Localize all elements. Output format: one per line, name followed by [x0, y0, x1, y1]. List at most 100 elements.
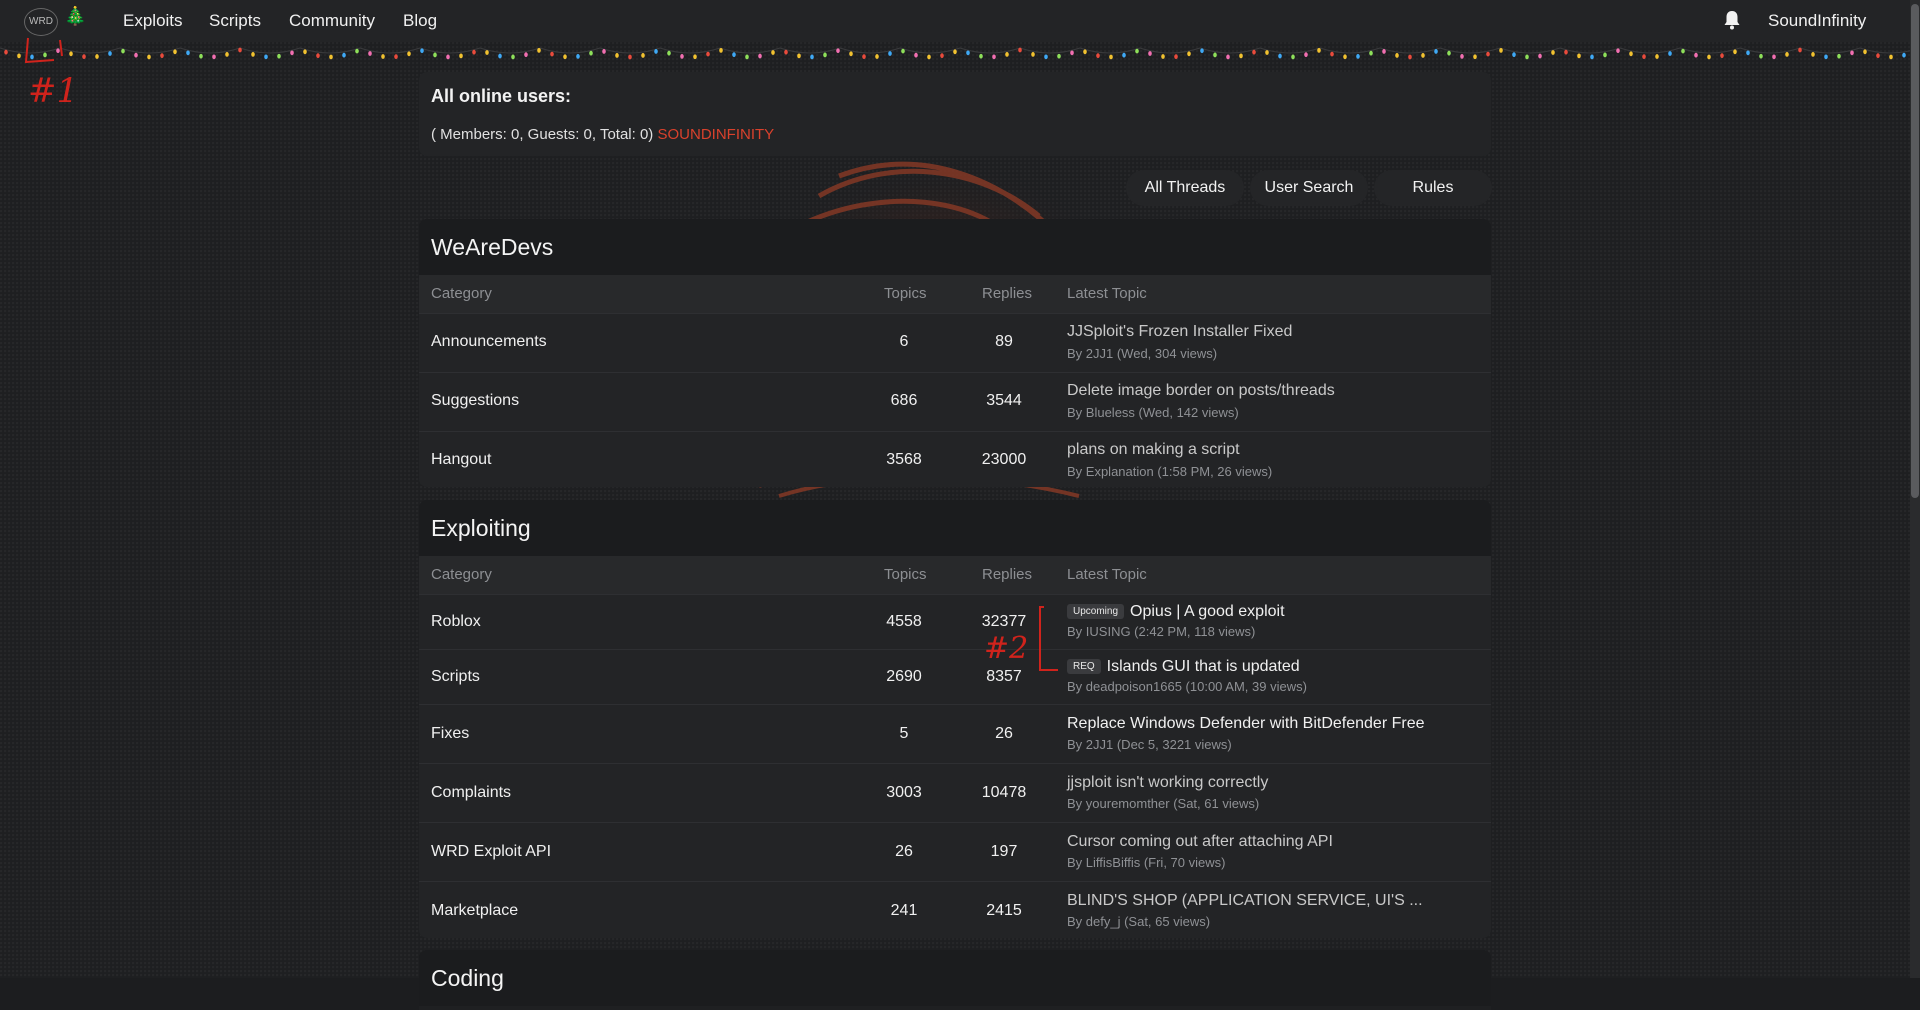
category-link[interactable]: Scripts: [431, 668, 480, 686]
light-bulb: [1785, 52, 1789, 57]
replies-count: 89: [995, 333, 1013, 350]
forum-row-complaints[interactable]: Complaints 3003 10478 jjsploit isn't wor…: [419, 763, 1491, 822]
light-bulb: [1824, 54, 1828, 60]
topics-count: 3003: [886, 784, 922, 801]
light-bulb: [1057, 53, 1061, 59]
forum-row-fixes[interactable]: Fixes 5 26 Replace Windows Defender with…: [419, 704, 1491, 763]
light-bulb: [654, 49, 658, 54]
topics-count: 686: [890, 392, 918, 409]
forum-row-announcements[interactable]: Announcements 6 89 JJSploit's Frozen Ins…: [419, 313, 1491, 372]
latest-topic-meta: By defy_j (Sat, 65 views): [1067, 914, 1211, 929]
latest-topic-link[interactable]: Replace Windows Defender with BitDefende…: [1067, 715, 1425, 733]
topics-count: 2690: [886, 668, 922, 685]
nav-blog[interactable]: Blog: [403, 11, 437, 31]
latest-topic-link[interactable]: Cursor coming out after attaching API: [1067, 833, 1333, 851]
svg-text:#1: #1: [28, 71, 78, 111]
category-link[interactable]: Hangout: [431, 451, 492, 469]
light-bulb: [1395, 53, 1399, 58]
topics-count: 6: [899, 333, 909, 350]
col-topics: Topics: [884, 285, 927, 302]
light-bulb: [1226, 54, 1230, 60]
light-bulb: [1213, 52, 1217, 58]
category-link[interactable]: Complaints: [431, 784, 511, 802]
light-bulb: [953, 49, 957, 55]
section-title: Coding: [419, 950, 1491, 1006]
forum-row-scripts[interactable]: Scripts 2690 8357 REQ Islands GUI that is…: [419, 649, 1491, 704]
latest-topic-link[interactable]: Delete image border on posts/threads: [1067, 382, 1335, 400]
light-bulb: [511, 54, 515, 60]
light-bulb: [1629, 51, 1633, 57]
replies-count: 10478: [981, 784, 1027, 801]
latest-topic-title[interactable]: Islands GUI that is updated: [1107, 658, 1300, 675]
forum-section-coding: Coding: [419, 950, 1491, 1010]
forum-row-hangout[interactable]: Hangout 3568 23000 plans on making a scr…: [419, 431, 1491, 487]
category-link[interactable]: WRD Exploit API: [431, 843, 551, 861]
latest-topic-meta: By deadpoison1665 (10:00 AM, 39 views): [1067, 679, 1307, 694]
bell-icon[interactable]: [1723, 10, 1741, 30]
nav-exploits[interactable]: Exploits: [123, 11, 183, 31]
category-link[interactable]: Fixes: [431, 725, 469, 743]
light-bulb: [1655, 54, 1659, 59]
light-bulb: [706, 51, 710, 57]
light-bulb: [927, 54, 931, 60]
scrollbar-thumb[interactable]: [1911, 4, 1919, 498]
online-user-link[interactable]: SOUNDINFINITY: [657, 126, 774, 143]
category-link[interactable]: Marketplace: [431, 902, 518, 920]
light-bulb: [1499, 47, 1503, 53]
latest-topic-link[interactable]: jjsploit isn't working correctly: [1067, 774, 1268, 792]
forum-row-wrd-exploit-api[interactable]: WRD Exploit API 26 197 Cursor coming out…: [419, 822, 1491, 881]
site-logo[interactable]: WRD: [24, 8, 58, 36]
light-bulb: [459, 53, 463, 59]
light-bulb: [1746, 50, 1750, 56]
light-bulb: [1590, 54, 1594, 60]
light-bulb: [290, 50, 294, 56]
latest-topic-link[interactable]: Upcoming Opius | A good exploit: [1067, 603, 1285, 621]
light-bulb: [992, 54, 996, 60]
light-bulb: [472, 49, 476, 55]
light-bulb: [1187, 51, 1191, 57]
light-bulb: [1707, 54, 1711, 60]
forum-row-suggestions[interactable]: Suggestions 686 3544 Delete image border…: [419, 372, 1491, 431]
col-latest: Latest Topic: [1067, 285, 1147, 302]
category-link[interactable]: Announcements: [431, 333, 547, 351]
replies-count: 23000: [981, 451, 1027, 468]
latest-topic-meta: By 2JJ1 (Dec 5, 3221 views): [1067, 737, 1232, 752]
light-bulb: [1083, 49, 1087, 55]
latest-topic-link[interactable]: plans on making a script: [1067, 441, 1240, 459]
category-link[interactable]: Suggestions: [431, 392, 519, 410]
light-bulb: [1109, 54, 1113, 60]
topics-count: 5: [899, 725, 909, 742]
light-bulb: [1486, 51, 1490, 57]
latest-topic-title[interactable]: Opius | A good exploit: [1130, 603, 1284, 620]
light-bulb: [160, 53, 164, 59]
light-bulb: [1265, 50, 1269, 55]
light-bulb: [888, 51, 892, 56]
latest-topic-meta: By Explanation (1:58 PM, 26 views): [1067, 464, 1273, 479]
forum-row-roblox[interactable]: Roblox 4558 32377 Upcoming Opius | A good…: [419, 594, 1491, 649]
light-bulb: [1434, 49, 1438, 54]
col-category: Category: [431, 566, 492, 583]
light-bulb: [1616, 48, 1620, 54]
latest-topic-link[interactable]: REQ Islands GUI that is updated: [1067, 658, 1300, 676]
nav-community[interactable]: Community: [289, 11, 375, 31]
user-search-button[interactable]: User Search: [1250, 170, 1368, 206]
section-title: Exploiting: [419, 500, 1491, 556]
forum-section-wearedevs: WeAreDevs Category Topics Replies Latest…: [419, 219, 1491, 487]
light-bulb: [420, 48, 424, 54]
user-menu[interactable]: SoundInfinity: [1768, 11, 1866, 31]
forum-row-marketplace[interactable]: Marketplace 241 2415 BLIND'S SHOP (APPLI…: [419, 881, 1491, 938]
latest-topic-link[interactable]: JJSploit's Frozen Installer Fixed: [1067, 323, 1292, 341]
category-link[interactable]: Roblox: [431, 613, 481, 631]
thread-tag-req: REQ: [1067, 659, 1101, 674]
rules-button[interactable]: Rules: [1374, 170, 1492, 206]
light-bulb: [1850, 50, 1854, 56]
light-bulb: [394, 54, 398, 60]
topics-count: 26: [895, 843, 913, 860]
christmas-lights-decoration: [0, 47, 1910, 60]
nav-scripts[interactable]: Scripts: [209, 11, 261, 31]
all-threads-button[interactable]: All Threads: [1126, 170, 1244, 206]
col-replies: Replies: [982, 285, 1033, 302]
light-bulb: [1720, 53, 1724, 59]
light-bulb: [1278, 53, 1282, 59]
latest-topic-link[interactable]: BLIND'S SHOP (APPLICATION SERVICE, UI'S …: [1067, 892, 1423, 910]
